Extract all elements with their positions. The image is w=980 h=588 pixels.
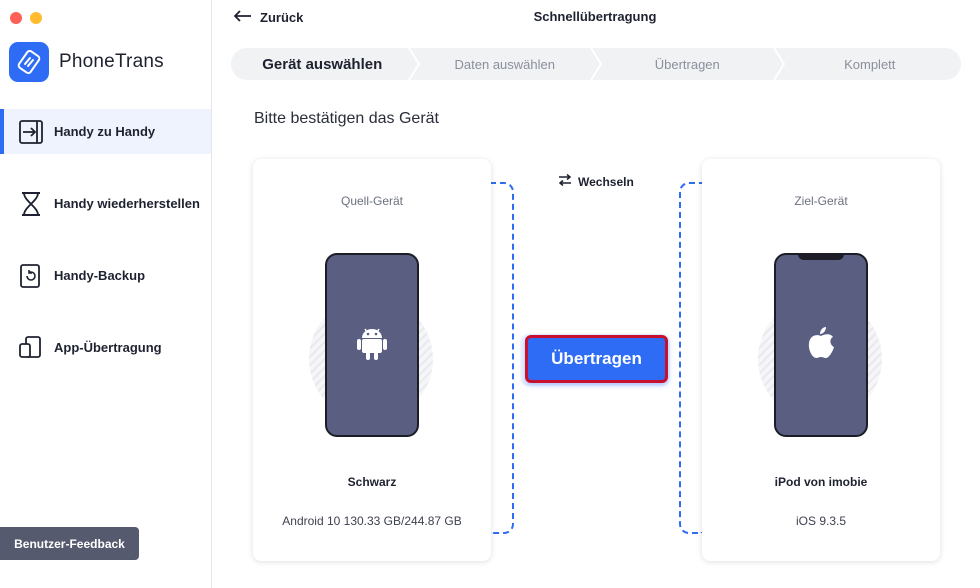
source-connector [490, 182, 514, 534]
step-label: Übertragen [654, 56, 720, 72]
app-name: PhoneTrans [59, 51, 164, 72]
phone-to-phone-icon [18, 119, 44, 145]
phone-notch [798, 254, 844, 260]
back-button[interactable]: Zurück [233, 8, 304, 26]
sidebar-item-label: App-Übertragung [54, 340, 162, 355]
source-device-label: Quell-Gerät [340, 194, 404, 208]
sidebar-item-label: Handy-Backup [54, 268, 146, 283]
target-connector [679, 182, 703, 534]
switch-devices-button[interactable]: Wechseln [558, 173, 634, 189]
sidebar-item-app-uebertragung[interactable]: App-Übertragung [0, 325, 211, 370]
step-label: Komplett [844, 56, 896, 72]
swap-arrows-icon [558, 173, 572, 189]
apple-icon [807, 326, 835, 364]
hourglass-icon [18, 191, 44, 217]
sidebar-item-handy-wiederherstellen[interactable]: Handy wiederherstellen [0, 181, 211, 226]
back-label: Zurück [260, 9, 304, 25]
target-device-info: iOS 9.3.5 [795, 514, 847, 528]
transfer-button[interactable]: Übertragen [525, 335, 668, 383]
sidebar-item-label: Handy wiederherstellen [54, 196, 200, 211]
step-progress: Gerät auswählen Daten auswählen Übertrag… [231, 48, 961, 80]
sidebar-nav: Handy zu Handy Handy wiederherstellen Ha… [0, 109, 211, 397]
step-komplett: Komplett [779, 48, 962, 80]
close-window-button[interactable] [10, 12, 22, 24]
target-device-card[interactable]: Ziel-Gerät iPod von imobie iOS 9.3.5 [702, 159, 940, 561]
backup-icon [18, 263, 44, 289]
target-device-name: iPod von imobie [774, 475, 868, 489]
switch-label: Wechseln [578, 174, 634, 189]
section-heading: Bitte bestätigen das Gerät [254, 110, 439, 127]
source-device-card[interactable]: Quell-Gerät Schwarz Android 10 130.33 GB… [253, 159, 491, 561]
brand: PhoneTrans [9, 42, 164, 82]
target-phone-illustration [774, 253, 868, 437]
source-device-name: Schwarz [347, 475, 397, 489]
window-controls [10, 12, 42, 24]
step-geraet-auswaehlen: Gerät auswählen [231, 48, 420, 80]
minimize-window-button[interactable] [30, 12, 42, 24]
app-transfer-icon [18, 335, 44, 361]
target-device-label: Ziel-Gerät [794, 194, 848, 208]
page-title: Schnellübertragung [533, 9, 657, 24]
source-device-info: Android 10 130.33 GB/244.87 GB [282, 514, 462, 528]
arrow-left-icon [233, 9, 252, 25]
step-uebertragen: Übertragen [596, 48, 785, 80]
phonetrans-logo-icon [9, 42, 49, 82]
step-label: Daten auswählen [454, 56, 555, 72]
android-icon [357, 326, 387, 365]
user-feedback-button[interactable]: Benutzer-Feedback [0, 527, 139, 560]
step-label: Gerät auswählen [262, 55, 383, 73]
step-daten-auswaehlen: Daten auswählen [414, 48, 602, 80]
sidebar-item-handy-backup[interactable]: Handy-Backup [0, 253, 211, 298]
sidebar-item-label: Handy zu Handy [54, 124, 156, 139]
sidebar: PhoneTrans Handy zu Handy Handy wiederhe… [0, 0, 212, 588]
source-phone-illustration [325, 253, 419, 437]
sidebar-item-handy-zu-handy[interactable]: Handy zu Handy [0, 109, 211, 154]
